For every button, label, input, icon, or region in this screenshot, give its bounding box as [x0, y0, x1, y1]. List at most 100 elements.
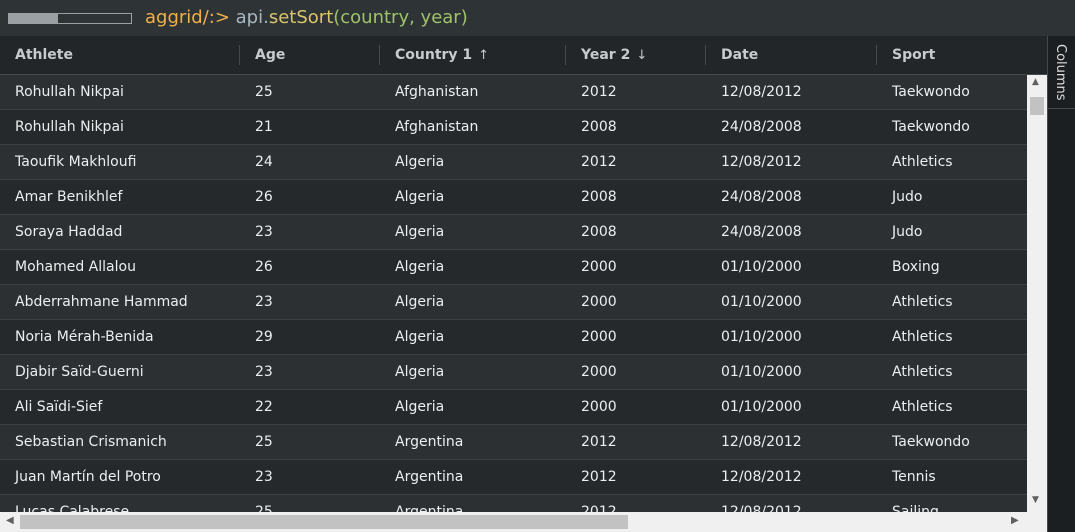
down-arrow-icon[interactable]: ▼: [1032, 495, 1039, 505]
cell-age[interactable]: 25: [240, 495, 273, 512]
cell-country[interactable]: Algeria: [380, 250, 444, 284]
cell-country[interactable]: Argentina: [380, 460, 463, 494]
cell-country[interactable]: Argentina: [380, 425, 463, 459]
column-header-country[interactable]: Country 1 ↑: [380, 36, 566, 74]
column-header-year[interactable]: Year 2 ↓: [566, 36, 706, 74]
cell-athlete[interactable]: Soraya Haddad: [0, 215, 122, 249]
cell-year[interactable]: 2008: [566, 110, 617, 144]
cell-date[interactable]: 12/08/2012: [706, 425, 802, 459]
cell-date[interactable]: 12/08/2012: [706, 75, 802, 109]
cell-sport[interactable]: Athletics: [877, 355, 953, 389]
cell-date[interactable]: 24/08/2008: [706, 110, 802, 144]
vertical-scrollbar[interactable]: ▲ ▼: [1027, 75, 1047, 512]
cell-year[interactable]: 2012: [566, 145, 617, 179]
cell-year[interactable]: 2012: [566, 460, 617, 494]
table-row[interactable]: Rohullah Nikpai 25 Afghanistan 2012 12/08/20…: [0, 75, 1027, 110]
cell-country[interactable]: Algeria: [380, 215, 444, 249]
cell-sport[interactable]: Judo: [877, 180, 922, 214]
cell-date[interactable]: 24/08/2008: [706, 180, 802, 214]
cell-sport[interactable]: Athletics: [877, 145, 953, 179]
table-row[interactable]: Rohullah Nikpai 21 Afghanistan 2008 24/08/20…: [0, 110, 1027, 145]
table-row[interactable]: Amar Benikhlef 26 Algeria 2008 24/08/2008 Jud…: [0, 180, 1027, 215]
cell-sport[interactable]: Athletics: [877, 390, 953, 424]
cell-age[interactable]: 24: [240, 145, 273, 179]
cell-date[interactable]: 01/10/2000: [706, 355, 802, 389]
cell-country[interactable]: Algeria: [380, 180, 444, 214]
cell-year[interactable]: 2012: [566, 495, 617, 512]
cell-country[interactable]: Algeria: [380, 285, 444, 319]
up-arrow-icon[interactable]: ▲: [1032, 77, 1039, 87]
column-header-age[interactable]: Age: [240, 36, 380, 74]
table-row[interactable]: Soraya Haddad 23 Algeria 2008 24/08/2008 Judo: [0, 215, 1027, 250]
cell-athlete[interactable]: Juan Martín del Potro: [0, 460, 161, 494]
cell-athlete[interactable]: Taoufik Makhloufi: [0, 145, 136, 179]
table-row[interactable]: Abderrahmane Hammad 23 Algeria 2000 01/10/20…: [0, 285, 1027, 320]
cell-country[interactable]: Algeria: [380, 355, 444, 389]
cell-athlete[interactable]: Ali Saïdi-Sief: [0, 390, 102, 424]
cell-year[interactable]: 2012: [566, 425, 617, 459]
cell-country[interactable]: Argentina: [380, 495, 463, 512]
table-row[interactable]: Djabir Saïd-Guerni 23 Algeria 2000 01/10/200…: [0, 355, 1027, 390]
cell-sport[interactable]: Tennis: [877, 460, 936, 494]
cell-sport[interactable]: Athletics: [877, 320, 953, 354]
cell-date[interactable]: 01/10/2000: [706, 320, 802, 354]
cell-athlete[interactable]: Djabir Saïd-Guerni: [0, 355, 144, 389]
cell-age[interactable]: 26: [240, 180, 273, 214]
cell-date[interactable]: 01/10/2000: [706, 285, 802, 319]
cell-sport[interactable]: Taekwondo: [877, 110, 970, 144]
cell-year[interactable]: 2000: [566, 390, 617, 424]
cell-age[interactable]: 23: [240, 355, 273, 389]
cell-sport[interactable]: Taekwondo: [877, 425, 970, 459]
cell-date[interactable]: 12/08/2012: [706, 495, 802, 512]
table-row[interactable]: Ali Saïdi-Sief 22 Algeria 2000 01/10/2000 Ath…: [0, 390, 1027, 425]
cell-date[interactable]: 24/08/2008: [706, 215, 802, 249]
right-arrow-icon[interactable]: ▶: [1011, 515, 1019, 526]
cell-date[interactable]: 12/08/2012: [706, 460, 802, 494]
cell-age[interactable]: 25: [240, 75, 273, 109]
cell-sport[interactable]: Sailing: [877, 495, 939, 512]
table-row[interactable]: Mohamed Allalou 26 Algeria 2000 01/10/2000 Bo…: [0, 250, 1027, 285]
cell-sport[interactable]: Athletics: [877, 285, 953, 319]
cell-year[interactable]: 2012: [566, 75, 617, 109]
cell-country[interactable]: Afghanistan: [380, 75, 478, 109]
cell-year[interactable]: 2008: [566, 215, 617, 249]
cell-age[interactable]: 23: [240, 285, 273, 319]
column-header-sport[interactable]: Sport: [877, 36, 1047, 74]
cell-age[interactable]: 29: [240, 320, 273, 354]
table-row[interactable]: Sebastian Crismanich 25 Argentina 2012 12/08…: [0, 425, 1027, 460]
cell-year[interactable]: 2000: [566, 250, 617, 284]
table-row[interactable]: Taoufik Makhloufi 24 Algeria 2012 12/08/2012…: [0, 145, 1027, 180]
table-row[interactable]: Noria Mérah-Benida 29 Algeria 2000 01/10/200…: [0, 320, 1027, 355]
column-header-date[interactable]: Date: [706, 36, 877, 74]
cell-year[interactable]: 2000: [566, 285, 617, 319]
cell-year[interactable]: 2000: [566, 355, 617, 389]
cell-country[interactable]: Algeria: [380, 390, 444, 424]
cell-athlete[interactable]: Noria Mérah-Benida: [0, 320, 154, 354]
cell-date[interactable]: 01/10/2000: [706, 250, 802, 284]
cell-date[interactable]: 12/08/2012: [706, 145, 802, 179]
cell-age[interactable]: 23: [240, 460, 273, 494]
cell-athlete[interactable]: Rohullah Nikpai: [0, 75, 124, 109]
cell-date[interactable]: 01/10/2000: [706, 390, 802, 424]
cell-country[interactable]: Algeria: [380, 320, 444, 354]
cell-sport[interactable]: Taekwondo: [877, 75, 970, 109]
cell-athlete[interactable]: Lucas Calabrese: [0, 495, 129, 512]
cell-sport[interactable]: Boxing: [877, 250, 940, 284]
cell-age[interactable]: 23: [240, 215, 273, 249]
cell-year[interactable]: 2008: [566, 180, 617, 214]
cell-age[interactable]: 22: [240, 390, 273, 424]
horizontal-scrollbar[interactable]: ◀ ▶: [0, 512, 1027, 532]
command-line[interactable]: aggrid/:> api.setSort(country, year): [145, 6, 468, 30]
cell-age[interactable]: 25: [240, 425, 273, 459]
column-header-athlete[interactable]: Athlete: [0, 36, 240, 74]
cell-age[interactable]: 26: [240, 250, 273, 284]
cell-athlete[interactable]: Sebastian Crismanich: [0, 425, 167, 459]
cell-country[interactable]: Algeria: [380, 145, 444, 179]
horizontal-scroll-thumb[interactable]: [20, 515, 628, 529]
left-arrow-icon[interactable]: ◀: [6, 515, 14, 526]
cell-athlete[interactable]: Rohullah Nikpai: [0, 110, 124, 144]
table-row[interactable]: Juan Martín del Potro 23 Argentina 2012 12/0…: [0, 460, 1027, 495]
cell-athlete[interactable]: Mohamed Allalou: [0, 250, 136, 284]
cell-athlete[interactable]: Amar Benikhlef: [0, 180, 122, 214]
table-row[interactable]: Lucas Calabrese 25 Argentina 2012 12/08/2012…: [0, 495, 1027, 512]
